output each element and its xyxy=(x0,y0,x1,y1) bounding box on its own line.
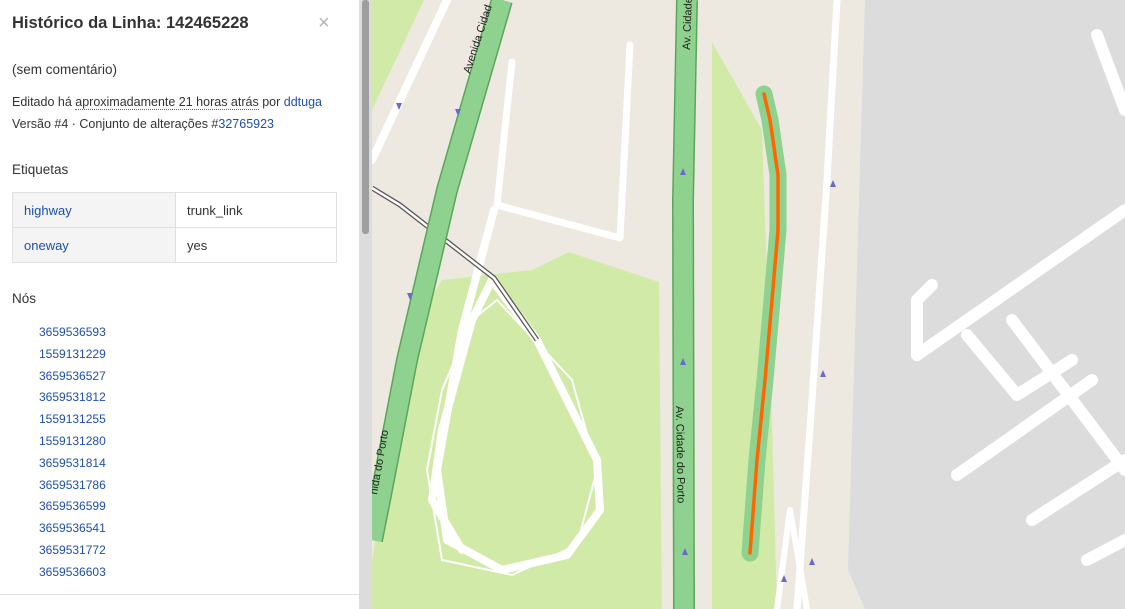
list-item: 3659531772 xyxy=(39,540,106,562)
edited-prefix: Editado há xyxy=(12,95,72,109)
node-link[interactable]: 1559131229 xyxy=(39,347,106,361)
list-item: 3659531786 xyxy=(39,475,106,497)
tag-key-link[interactable]: highway xyxy=(24,203,72,218)
list-item: 3659536593 xyxy=(39,322,106,344)
list-item: 3659536599 xyxy=(39,496,106,518)
node-link[interactable]: 3659531812 xyxy=(39,390,106,404)
node-link[interactable]: 3659531772 xyxy=(39,543,106,557)
edited-time: aproximadamente 21 horas atrás xyxy=(75,95,259,110)
tags-heading: Etiquetas xyxy=(12,162,69,177)
node-link[interactable]: 3659536541 xyxy=(39,521,106,535)
list-item: 3659531812 xyxy=(39,387,106,409)
road-label: Av. Cidade xyxy=(681,0,695,50)
list-item: 1559131229 xyxy=(39,344,106,366)
node-link[interactable]: 1559131255 xyxy=(39,412,106,426)
changeset-link[interactable]: 32765923 xyxy=(218,117,274,131)
sidebar-scrollbar[interactable] xyxy=(359,0,372,609)
page-title: Histórico da Linha: 142465228 xyxy=(12,14,249,32)
user-link[interactable]: ddtuga xyxy=(284,95,322,109)
list-item: 3659531814 xyxy=(39,453,106,475)
history-sidebar: Histórico da Linha: 142465228 × (sem com… xyxy=(0,0,359,609)
node-link[interactable]: 3659531814 xyxy=(39,456,106,470)
node-link[interactable]: 1559131280 xyxy=(39,434,106,448)
tag-value: trunk_link xyxy=(175,192,337,228)
list-item: 1559131255 xyxy=(39,409,106,431)
list-item: 3659536541 xyxy=(39,518,106,540)
map-view[interactable]: Avenida Cidad Av. Cidade Av. Cidade do P… xyxy=(372,0,1125,609)
tag-value: yes xyxy=(175,227,337,263)
list-item: 3659536527 xyxy=(39,366,106,388)
node-link[interactable]: 3659536527 xyxy=(39,369,106,383)
node-link[interactable]: 3659536599 xyxy=(39,499,106,513)
tag-key-link[interactable]: oneway xyxy=(24,238,69,253)
version-info: Versão #4 · Conjunto de alterações #3276… xyxy=(12,117,274,131)
road-label: Av. Cidade do Porto xyxy=(673,406,687,504)
list-item: 3659536603 xyxy=(39,562,106,584)
node-link[interactable]: 3659531786 xyxy=(39,478,106,492)
close-icon[interactable]: × xyxy=(318,12,330,35)
edited-info: Editado há aproximadamente 21 horas atrá… xyxy=(12,95,322,110)
nodes-heading: Nós xyxy=(12,291,37,306)
tags-table: highway trunk_link oneway yes xyxy=(12,192,337,263)
table-row: highway trunk_link xyxy=(12,192,337,228)
node-link[interactable]: 3659536603 xyxy=(39,565,106,579)
trunk-road xyxy=(673,0,697,609)
edited-by-word: por xyxy=(262,95,281,109)
version-text: Versão #4 · Conjunto de alterações # xyxy=(12,117,219,131)
scrollbar-thumb[interactable] xyxy=(362,0,369,234)
list-item: 1559131280 xyxy=(39,431,106,453)
comment-text: (sem comentário) xyxy=(12,62,118,77)
map-canvas[interactable]: Avenida Cidad Av. Cidade Av. Cidade do P… xyxy=(372,0,1125,609)
nodes-list: 3659536593 1559131229 3659536527 3659531… xyxy=(39,322,106,584)
divider xyxy=(0,594,359,595)
table-row: oneway yes xyxy=(12,227,337,263)
node-link[interactable]: 3659536593 xyxy=(39,325,106,339)
